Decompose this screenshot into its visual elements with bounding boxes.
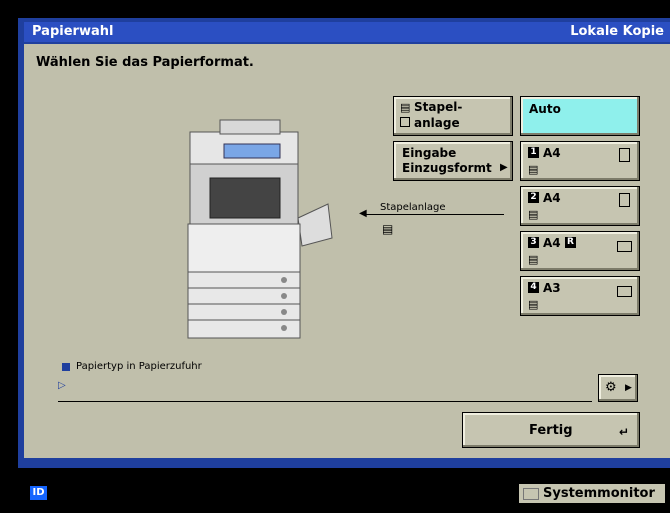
done-button[interactable]: Fertig ↵: [462, 412, 640, 448]
tray-number-3: 3: [528, 237, 539, 248]
stack-label-2: anlage: [414, 116, 460, 130]
papertype-settings-button[interactable]: ⚙ ▶: [598, 374, 638, 402]
source-auto-label: Auto: [529, 102, 561, 116]
stack-label-1: Stapel-: [414, 100, 463, 114]
landscape-paper-icon: [617, 286, 632, 297]
instruction-text: Wählen Sie das Papierformat.: [36, 55, 254, 70]
rotated-badge: R: [565, 237, 576, 248]
portrait-paper-icon: [619, 148, 630, 162]
system-monitor-button[interactable]: Systemmonitor: [518, 483, 666, 504]
landscape-paper-icon: [617, 241, 632, 252]
settings-icon: ⚙: [605, 380, 617, 395]
checkbox-icon: [400, 117, 410, 127]
input-label-2: Einzugsformt: [402, 161, 492, 175]
stack-icon: ▤: [528, 163, 539, 176]
papertype-label: Papiertyp in Papierzufuhr: [76, 361, 202, 372]
source-3-label: A4: [543, 236, 561, 250]
stack-icon: ▤: [528, 298, 539, 311]
portrait-paper-icon: [619, 193, 630, 207]
done-label: Fertig: [529, 423, 573, 438]
system-monitor-label: Systemmonitor: [543, 486, 655, 501]
tray-number-1: 1: [528, 147, 539, 158]
input-feed-format-button[interactable]: Eingabe Einzugsformt ▶: [393, 141, 513, 181]
papertype-bullet-icon: [62, 363, 70, 371]
source-1-button[interactable]: 1 A4 ▤: [520, 141, 640, 181]
tray-number-2: 2: [528, 192, 539, 203]
papertype-divider: [58, 401, 592, 402]
enter-icon: ↵: [619, 425, 630, 439]
arrow-right-icon: ▶: [625, 383, 632, 393]
monitor-icon: [523, 488, 539, 500]
source-4-button[interactable]: 4 A3 ▤: [520, 276, 640, 316]
id-badge[interactable]: ID: [30, 486, 47, 500]
tray-icon: ▤: [382, 222, 394, 236]
copier-illustration: [187, 119, 333, 339]
source-1-label: A4: [543, 146, 561, 160]
source-3-button[interactable]: 3 A4 R ▤: [520, 231, 640, 271]
stack-bypass-button[interactable]: ▤ Stapel- anlage: [393, 96, 513, 136]
source-auto-button[interactable]: Auto: [520, 96, 640, 136]
source-2-button[interactable]: 2 A4 ▤: [520, 186, 640, 226]
title-bar: Papierwahl Lokale Kopie: [24, 22, 670, 42]
arrow-left-icon: ◀: [359, 208, 367, 219]
stack-icon: ▤: [528, 253, 539, 266]
stack-pointer-line: [364, 214, 504, 215]
arrow-right-icon: ▶: [500, 162, 508, 173]
stack-icon: ▤: [528, 208, 539, 221]
stack-icon: ▤: [400, 101, 411, 114]
source-2-label: A4: [543, 191, 561, 205]
tray-number-4: 4: [528, 282, 539, 293]
stack-annotation: Stapelanlage: [380, 202, 446, 213]
window-title: Papierwahl: [32, 24, 114, 39]
expand-arrow-icon[interactable]: ▷: [58, 380, 66, 391]
mode-label: Lokale Kopie: [570, 24, 664, 39]
input-label-1: Eingabe: [402, 146, 457, 160]
source-4-label: A3: [543, 281, 561, 295]
